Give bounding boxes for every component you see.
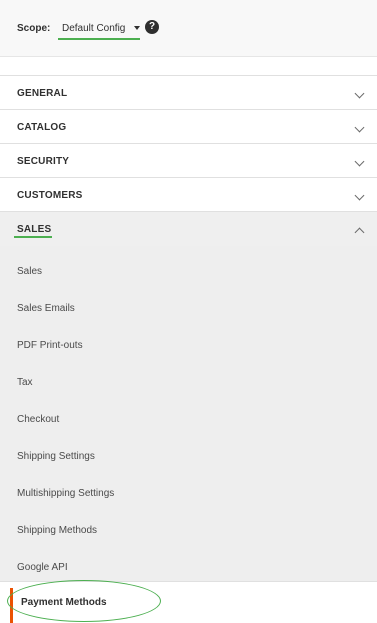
section-general[interactable]: GENERAL: [0, 75, 377, 110]
section-title: SECURITY: [17, 156, 70, 167]
scope-dropdown[interactable]: Default Config: [62, 23, 141, 38]
scope-bar: Scope: Default Config ?: [0, 0, 377, 57]
section-customers[interactable]: CUSTOMERS: [0, 177, 377, 212]
active-indicator: [10, 588, 13, 623]
chevron-up-icon: [354, 227, 365, 238]
menu-item-shipping-settings[interactable]: Shipping Settings: [17, 451, 95, 462]
help-icon[interactable]: ?: [145, 20, 159, 34]
menu-item-tax[interactable]: Tax: [17, 377, 33, 388]
section-title: CUSTOMERS: [17, 190, 83, 201]
chevron-down-icon: [354, 88, 365, 99]
sales-submenu: Sales Sales Emails PDF Print-outs Tax Ch…: [0, 246, 377, 581]
menu-item-sales[interactable]: Sales: [17, 266, 42, 277]
menu-item-pdf-print-outs[interactable]: PDF Print-outs: [17, 340, 83, 351]
menu-item-payment-methods[interactable]: Payment Methods: [0, 581, 377, 623]
section-title: SALES: [17, 224, 52, 235]
menu-item-google-api[interactable]: Google API: [17, 562, 68, 573]
menu-item-sales-emails[interactable]: Sales Emails: [17, 303, 75, 314]
menu-item-checkout[interactable]: Checkout: [17, 414, 59, 425]
menu-item-shipping-methods[interactable]: Shipping Methods: [17, 525, 97, 536]
section-catalog[interactable]: CATALOG: [0, 109, 377, 144]
caret-down-icon: [134, 26, 141, 31]
menu-item-multishipping-settings[interactable]: Multishipping Settings: [17, 488, 114, 499]
scope-label: Scope:: [17, 23, 51, 34]
sales-annotation-underline: [14, 236, 52, 238]
chevron-down-icon: [354, 122, 365, 133]
section-title: CATALOG: [17, 122, 67, 133]
section-title: GENERAL: [17, 88, 68, 99]
scope-annotation-underline: [58, 38, 140, 40]
section-security[interactable]: SECURITY: [0, 143, 377, 178]
chevron-down-icon: [354, 190, 365, 201]
scope-value: Default Config: [62, 23, 126, 34]
chevron-down-icon: [354, 156, 365, 167]
payment-methods-label: Payment Methods: [21, 597, 107, 608]
section-sales[interactable]: SALES: [0, 211, 377, 247]
